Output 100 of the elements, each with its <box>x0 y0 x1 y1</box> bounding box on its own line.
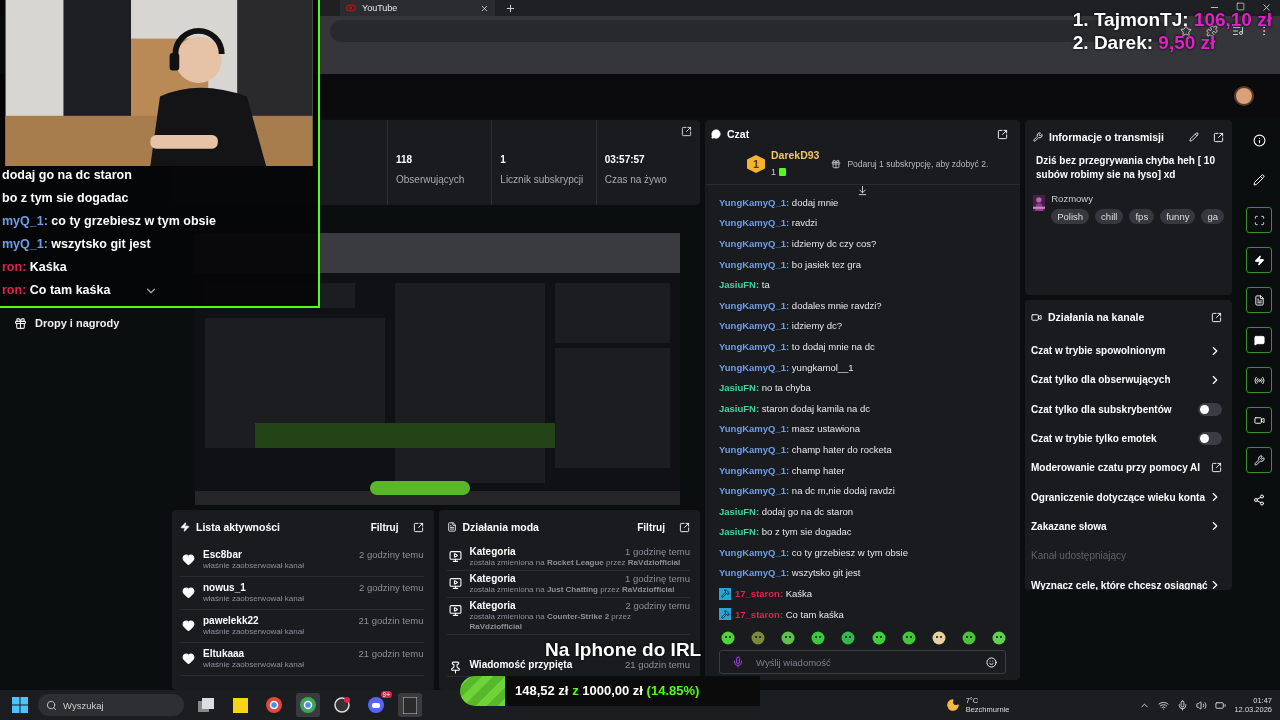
gifter-name[interactable]: DarekD93 <box>771 149 820 161</box>
panel-title: Działania moda <box>462 521 540 533</box>
document-icon <box>446 522 457 532</box>
camera-icon <box>1031 311 1042 323</box>
emote-icon[interactable] <box>961 631 976 645</box>
overlay-chat-line: myQ_1: wszytsko git jest <box>2 237 151 253</box>
camera-icon <box>1253 414 1265 426</box>
channel-action[interactable]: Ograniczenie dotyczące wieku konta <box>1031 491 1205 503</box>
stat-label: Obserwujących <box>396 173 466 186</box>
wrench-button[interactable] <box>1246 447 1272 473</box>
message-field[interactable]: Wyślij wiadomość <box>754 655 976 669</box>
filter-button[interactable]: Filtruj <box>637 521 665 533</box>
heart-icon <box>182 586 195 599</box>
sidebar-item[interactable]: Dropy i nagrody <box>14 313 172 333</box>
event-time: 21 godzin temu <box>625 659 690 670</box>
avatar[interactable] <box>1234 85 1254 106</box>
search-field[interactable]: Wyszukaj <box>38 694 184 716</box>
emote-icon[interactable] <box>841 631 856 645</box>
chat-message: 17_staron: Kaśka <box>719 583 1020 604</box>
emote-icon[interactable] <box>871 631 886 645</box>
emote-icon[interactable] <box>901 631 916 645</box>
volume-icon[interactable] <box>1196 699 1208 711</box>
filter-button[interactable]: Filtruj <box>370 521 399 533</box>
close-icon[interactable] <box>1261 2 1272 13</box>
emote-icon[interactable] <box>992 631 1006 645</box>
chat-message: YungKamyQ_1: to dodaj mnie na dc <box>719 339 876 354</box>
heart-icon <box>182 619 195 632</box>
chat-app-icon <box>368 697 384 713</box>
toggle-switch[interactable] <box>1198 402 1222 416</box>
channel-action[interactable]: Czat tylko dla obserwujących <box>1031 374 1171 386</box>
gift-icon <box>831 159 842 169</box>
chat-message: YungKamyQ_1: champ hater do rocketa <box>719 442 893 457</box>
chat-message: YungKamyQ_1: idziemy dc? <box>719 319 844 334</box>
tag[interactable]: fps <box>1129 209 1155 224</box>
leaderboard-entry: 2. Darek: 9,50 zł <box>1072 31 1217 54</box>
channel-action[interactable]: Moderowanie czatu przy pomocy AI <box>1031 462 1201 474</box>
search-icon <box>46 699 57 711</box>
overlay-chat-line: dodaj go na dc staron <box>2 168 132 184</box>
channel-action[interactable]: Wyznacz cele, które chcesz osiągnąć <box>1031 579 1208 590</box>
channel-action[interactable]: Czat w trybie spowolnionym <box>1031 345 1166 357</box>
windows-icon[interactable] <box>12 697 28 713</box>
tag[interactable]: Polish <box>1051 209 1090 224</box>
bolt-icon <box>180 522 190 532</box>
chat-message: JasiuFN: bo z tym sie dogadac <box>719 525 853 540</box>
event-time: 1 godzinę temu <box>625 573 690 584</box>
tag[interactable]: chill <box>1095 209 1124 224</box>
document-icon <box>1253 294 1265 306</box>
channel-action[interactable]: Czat w trybie tylko emotek <box>1031 433 1157 445</box>
scroll-down-icon[interactable] <box>857 185 868 196</box>
browser-tab[interactable]: YouTube <box>340 0 495 16</box>
channel-action[interactable]: Zakazane słowa <box>1031 520 1107 532</box>
event-text: właśnie zaobserwował kanał <box>203 561 305 571</box>
wrench-icon <box>1253 454 1265 466</box>
panel-title: Działania na kanale <box>1048 311 1146 323</box>
broadcast-button[interactable] <box>1246 367 1272 393</box>
leaderboard-entry: 1. TajmonTJ: 106,10 zł <box>1072 8 1272 31</box>
camera-button[interactable] <box>1246 407 1272 433</box>
maximize-icon[interactable] <box>1236 2 1245 11</box>
chat-button[interactable] <box>1246 327 1272 353</box>
bolt-button[interactable] <box>1246 247 1272 273</box>
chat-message: YungKamyQ_1: champ hater <box>719 463 846 478</box>
microphone-icon[interactable] <box>1177 699 1189 711</box>
channel-action[interactable]: Czat tylko dla subskrybentów <box>1031 403 1172 415</box>
event-time: 1 godzinę temu <box>625 546 690 557</box>
video-icon <box>448 550 462 563</box>
edit-icon[interactable] <box>1189 132 1199 142</box>
popout-icon[interactable] <box>681 126 692 137</box>
chat-message: 17_staron: Co tam kaśka <box>719 603 1020 625</box>
scan-button[interactable] <box>1246 207 1272 233</box>
panel-title: Lista aktywności <box>196 521 282 533</box>
emote-icon[interactable] <box>811 631 826 645</box>
video-icon <box>448 604 462 617</box>
message-box[interactable]: Wyślij wiadomość <box>719 650 1006 674</box>
battery-icon[interactable] <box>1215 699 1227 711</box>
stat-value: 118 <box>396 154 414 165</box>
emoji-icon[interactable] <box>986 656 997 668</box>
event-time: 2 godziny temu <box>359 549 424 560</box>
event-text: właśnie zaobserwował kanał <box>203 627 305 637</box>
goal-amount: 148,52 zł z 1000,00 zł (14.85%) <box>515 683 700 698</box>
panel-title: Czat <box>727 128 751 140</box>
share-icon <box>1253 494 1265 506</box>
toggle-switch[interactable] <box>1198 432 1222 446</box>
section-heading: Kanał udostępniający <box>1031 550 1127 562</box>
emote-icon[interactable] <box>781 631 796 645</box>
browser-icon[interactable] <box>296 693 320 717</box>
chat-message: YungKamyQ_1: dodales mnie ravdzi? <box>719 298 883 313</box>
pin-icon <box>448 661 462 674</box>
action-title: Kategoria <box>469 600 517 611</box>
document-button[interactable] <box>1246 287 1272 313</box>
emote-icon[interactable] <box>931 631 946 645</box>
close-tab-icon[interactable] <box>480 3 489 13</box>
windows-stack-icon <box>198 698 214 712</box>
tag[interactable]: ga <box>1201 209 1224 224</box>
category-name: Rozmowy <box>1051 193 1093 204</box>
chat-icon <box>711 129 721 139</box>
new-tab-icon[interactable] <box>505 2 516 14</box>
wifi-icon[interactable] <box>1158 699 1170 711</box>
action-title: Wiadomość przypięta <box>469 659 574 670</box>
emote-icon[interactable] <box>721 631 735 645</box>
tag[interactable]: funny <box>1160 209 1196 224</box>
